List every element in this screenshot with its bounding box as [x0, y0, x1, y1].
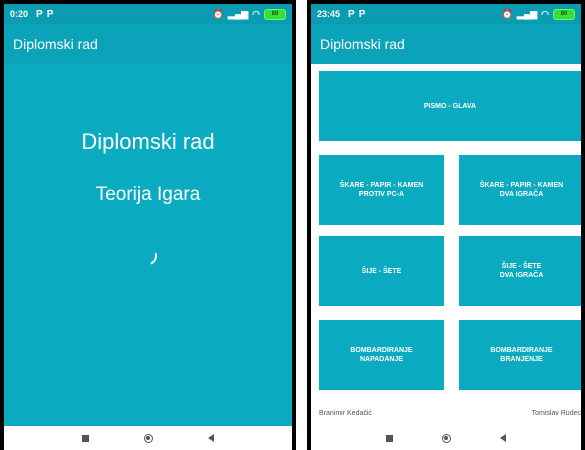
- back-triangle-icon[interactable]: [500, 434, 507, 442]
- status-icons: ⏰ ▂▄▆ ◠ 80: [501, 8, 575, 20]
- recents-square-icon[interactable]: [385, 434, 393, 442]
- app-bar: Diplomski rad: [311, 24, 581, 64]
- signal-icon: ▂▄▆: [227, 8, 249, 19]
- app-bar: Diplomski rad: [4, 24, 292, 64]
- status-time: 0:20: [10, 9, 29, 19]
- signal-icon: ▂▄▆: [516, 8, 538, 19]
- bombing-defense-button[interactable]: BOMBARDIRANJE BRANJENJE: [459, 320, 581, 390]
- alarm-icon: ⏰: [501, 8, 513, 19]
- phone-right: 23:45 P P ⏰ ▂▄▆ ◠ 80 Diplomski rad PISMO…: [307, 0, 585, 450]
- rps-two-players-button[interactable]: ŠKARE - PAPIR - KAMEN DVA IGRAČA: [459, 155, 581, 225]
- p-app-icon: P: [46, 8, 54, 20]
- nav-bar: [4, 426, 292, 450]
- game-menu: PISMO - GLAVA ŠKARE - PAPIR - KAMEN PROT…: [311, 64, 581, 426]
- home-circle-icon[interactable]: [143, 433, 153, 443]
- splash-screen: 0:20 P P ⏰ ▂▄▆ ◠ 80 Diplomski rad Diplom…: [4, 4, 292, 450]
- app-title: Diplomski rad: [320, 36, 405, 52]
- wifi-icon: ◠: [541, 8, 549, 19]
- author-right: Tomislav Rudec: [531, 410, 581, 417]
- coin-toss-button[interactable]: PISMO - GLAVA: [319, 71, 581, 141]
- splash-title: Diplomski rad: [81, 129, 215, 154]
- alarm-icon: ⏰: [212, 8, 224, 19]
- back-triangle-icon[interactable]: [208, 434, 215, 442]
- sije-sete-two-players-button[interactable]: ŠIJE - ŠETE DVA IGRAČA: [459, 236, 581, 306]
- p-app-icon: P: [36, 8, 43, 20]
- p-app-icon: P: [348, 8, 355, 20]
- nav-bar: [311, 426, 581, 450]
- menu-screen: 23:45 P P ⏰ ▂▄▆ ◠ 80 Diplomski rad PISMO…: [311, 4, 581, 450]
- bombing-attack-button[interactable]: BOMBARDIRANJE NAPADANJE: [319, 320, 444, 390]
- battery-icon: 80: [553, 8, 575, 20]
- app-title: Diplomski rad: [13, 36, 98, 52]
- wifi-icon: ◠: [252, 8, 260, 19]
- home-circle-icon[interactable]: [441, 433, 451, 443]
- rps-vs-pc-button[interactable]: ŠKARE - PAPIR - KAMEN PROTIV PC-A: [319, 155, 444, 225]
- status-icons: ⏰ ▂▄▆ ◠ 80: [212, 8, 286, 20]
- splash-area: Diplomski rad Teorija Igara: [4, 64, 292, 426]
- splash-subtitle: Teorija Igara: [95, 184, 201, 205]
- sije-sete-button[interactable]: ŠIJE - ŠETE: [319, 236, 444, 306]
- battery-icon: 80: [264, 8, 286, 20]
- loading-spinner-icon: [136, 244, 160, 268]
- p-app-icon: P: [358, 8, 366, 20]
- status-bar: 23:45 P P ⏰ ▂▄▆ ◠ 80: [311, 4, 581, 24]
- status-time: 23:45: [317, 9, 341, 19]
- status-bar: 0:20 P P ⏰ ▂▄▆ ◠ 80: [4, 4, 292, 24]
- author-left: Branimir Kedačić: [319, 410, 372, 417]
- recents-square-icon[interactable]: [81, 434, 89, 442]
- phone-left: 0:20 P P ⏰ ▂▄▆ ◠ 80 Diplomski rad Diplom…: [0, 0, 296, 450]
